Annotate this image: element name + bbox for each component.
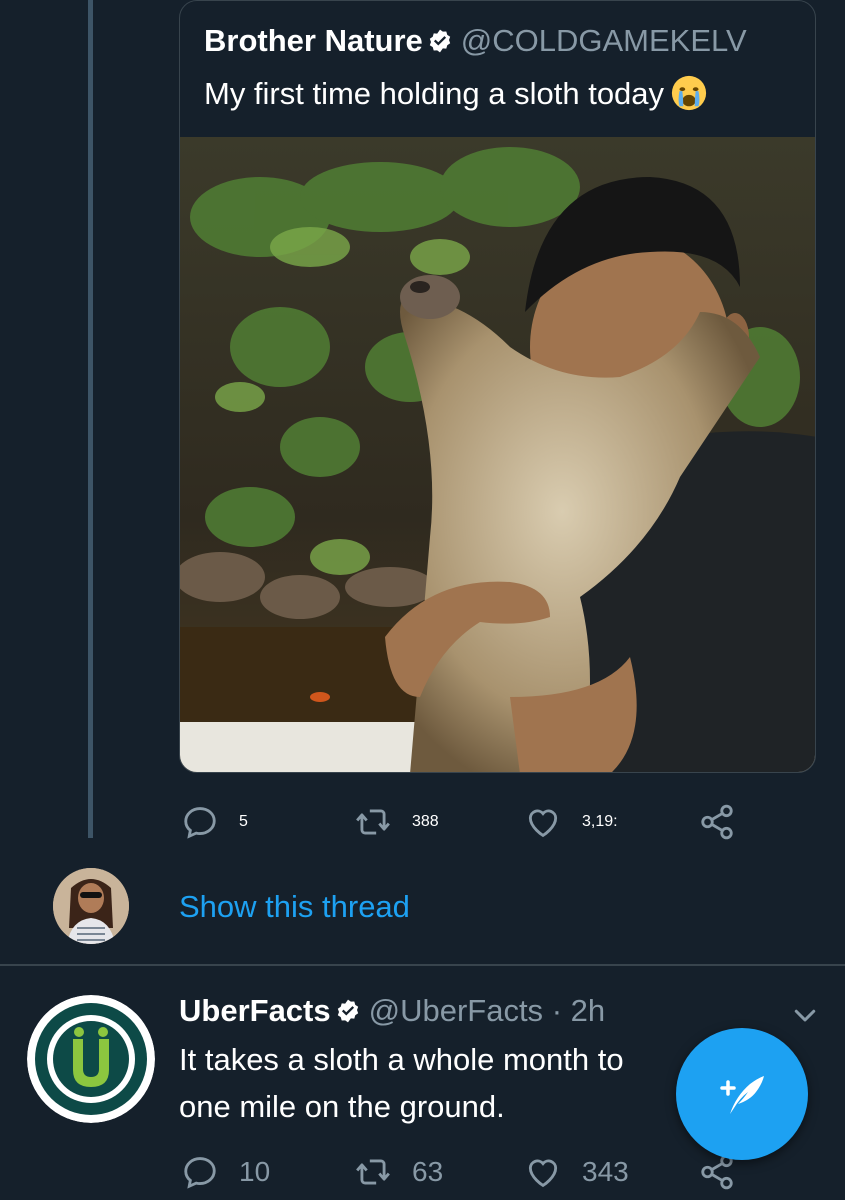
quoted-author-handle[interactable]: @COLDGAMEKELV — [461, 23, 747, 58]
like-button[interactable]: 3,19: — [524, 803, 618, 841]
uberfacts-like-count: 343 — [582, 1156, 629, 1187]
thread-author-avatar[interactable] — [53, 868, 129, 944]
heart-icon — [528, 1159, 558, 1188]
reply-icon — [184, 1157, 216, 1189]
retweet-count: 388 — [412, 813, 439, 830]
heart-icon — [528, 809, 558, 838]
like-count: 3,19: — [582, 813, 618, 830]
uberfacts-name[interactable]: UberFacts — [179, 993, 331, 1028]
uberfacts-tweet-header: UberFacts @UberFacts · 2h — [179, 990, 605, 1032]
retweet-icon — [356, 1159, 390, 1185]
quoted-tweet-body: My first time holding a sloth today — [204, 76, 665, 111]
uberfacts-retweet-button[interactable]: 63 — [354, 1153, 443, 1191]
uberfacts-handle[interactable]: @UberFacts — [369, 993, 543, 1028]
quoted-tweet-header: Brother Nature @COLDGAMEKELV — [204, 21, 747, 61]
uberfacts-avatar[interactable] — [27, 995, 155, 1123]
show-thread-link[interactable]: Show this thread — [179, 886, 410, 928]
uberfacts-reply-button[interactable]: 10 — [181, 1153, 270, 1191]
tweet-divider — [0, 964, 845, 966]
quoted-tweet-text: My first time holding a sloth today — [204, 73, 708, 115]
quoted-author-name[interactable]: Brother Nature — [204, 23, 423, 58]
verified-badge-icon — [337, 999, 358, 1023]
reply-button[interactable]: 5 — [181, 803, 248, 841]
share-icon — [701, 804, 733, 840]
uberfacts-reply-count: 10 — [239, 1156, 271, 1187]
reply-count: 5 — [239, 813, 248, 830]
sloth-hug-image — [180, 137, 815, 772]
share-button[interactable] — [698, 803, 736, 841]
reply-icon — [184, 807, 216, 839]
compose-tweet-button[interactable] — [676, 1028, 808, 1160]
uberfacts-like-button[interactable]: 343 — [524, 1153, 629, 1191]
separator-dot: · — [551, 993, 563, 1028]
retweet-icon — [356, 809, 390, 835]
tweet-timestamp[interactable]: 2h — [571, 993, 605, 1028]
avatar-photo — [53, 868, 129, 944]
chevron-down-icon[interactable] — [790, 1000, 820, 1030]
uberfacts-logo-icon — [27, 995, 155, 1123]
crying-face-emoji-icon — [671, 75, 707, 111]
compose-tweet-icon — [720, 1076, 764, 1114]
verified-badge-icon — [429, 29, 450, 53]
retweet-button[interactable]: 388 — [354, 803, 439, 841]
uberfacts-retweet-count: 63 — [412, 1156, 444, 1187]
tweet-video-thumbnail[interactable] — [180, 137, 815, 772]
thread-connector-line — [88, 0, 93, 838]
quoted-tweet-card[interactable]: Brother Nature @COLDGAMEKELV My first tim… — [179, 0, 816, 773]
